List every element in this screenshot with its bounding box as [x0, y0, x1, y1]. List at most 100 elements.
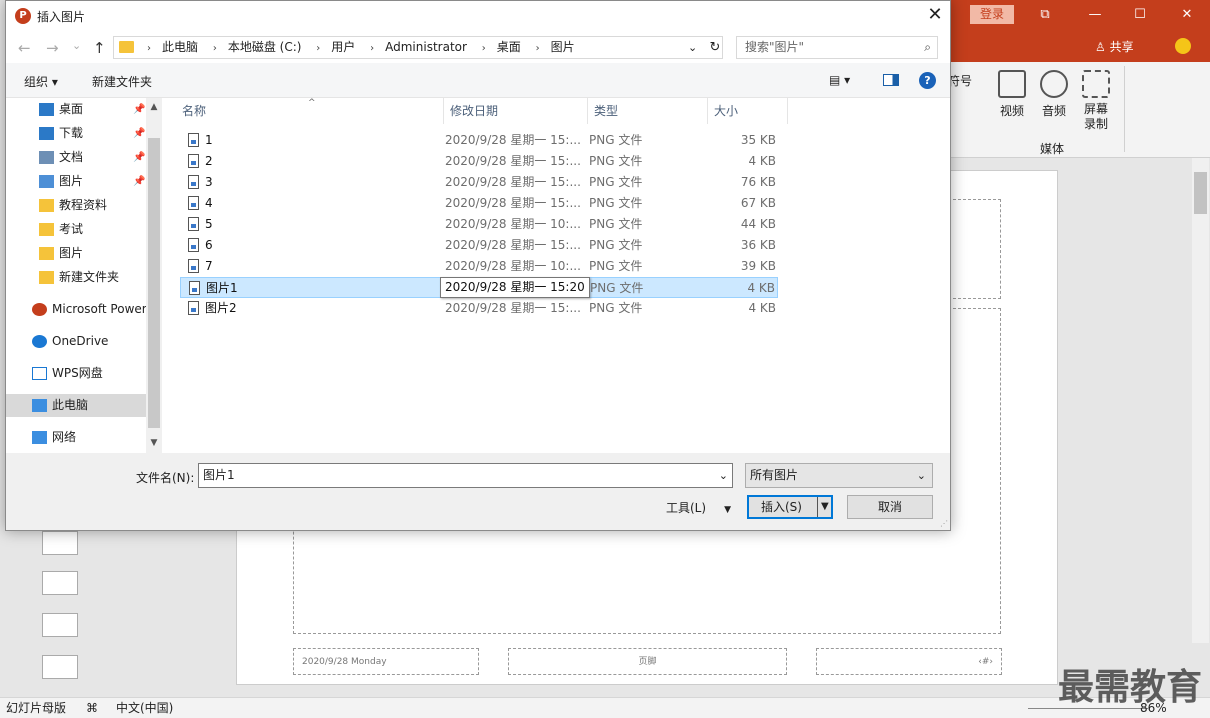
close-app-button[interactable]: ✕ [1172, 4, 1202, 26]
login-button[interactable]: 登录 [970, 5, 1014, 24]
nav-item-label: OneDrive [52, 334, 109, 348]
nav-item[interactable]: 此电脑 [6, 394, 146, 417]
breadcrumb-item[interactable]: Administrator [385, 40, 467, 54]
search-icon[interactable]: ⌕ [924, 37, 931, 58]
preview-pane-icon[interactable] [883, 74, 899, 86]
file-date: 2020/9/28 星期一 15:... [445, 238, 581, 252]
nav-item-label: 此电脑 [52, 398, 89, 412]
nav-item[interactable]: 下载 📌 [6, 122, 146, 145]
nav-item[interactable]: 教程资料 [6, 194, 146, 217]
file-row[interactable]: 5 2020/9/28 星期一 10:... PNG 文件 44 KB [180, 214, 778, 235]
new-folder-button[interactable]: 新建文件夹 [92, 73, 152, 90]
chevron-down-icon[interactable]: ⌄ [917, 464, 926, 487]
maximize-button[interactable]: ☐ [1125, 4, 1155, 26]
insert-options-icon[interactable]: ▼ [821, 497, 829, 517]
nav-item[interactable]: 文档 📌 [6, 146, 146, 169]
column-header-date[interactable]: 修改日期 [444, 98, 588, 124]
file-type: PNG 文件 [589, 175, 643, 189]
speaker-icon [1040, 70, 1068, 98]
minimize-button[interactable]: — [1080, 4, 1110, 26]
address-bar[interactable]: › 此电脑 › 本地磁盘 (C:) › 用户 › Administrator › 桌面 ›… [113, 36, 723, 59]
screen-record-button[interactable]: 屏幕 录制 [1076, 70, 1116, 132]
organize-menu[interactable]: 组织 ▾ [24, 73, 58, 90]
ribbon-display-button[interactable]: ⧉ [1030, 4, 1060, 26]
pin-icon[interactable]: 📌 [133, 170, 145, 193]
scrollbar-thumb[interactable] [148, 138, 160, 428]
file-row[interactable]: 图片1 2020/9/28 星期一 15:20 PNG 文件 4 KB [180, 277, 778, 298]
language-label[interactable]: 中文(中国) [116, 698, 173, 718]
file-row[interactable]: 2 2020/9/28 星期一 15:... PNG 文件 4 KB [180, 151, 778, 172]
back-arrow-icon[interactable]: ← [18, 39, 31, 57]
breadcrumb-item[interactable]: 此电脑 [162, 40, 198, 54]
pin-icon[interactable]: 📌 [133, 122, 145, 145]
file-name: 图片2 [205, 301, 237, 315]
recent-locations-icon[interactable]: ⌄ [72, 39, 81, 52]
slide-thumbnail[interactable] [42, 655, 78, 679]
cloud-icon [32, 335, 47, 348]
slide-thumbnail[interactable] [42, 613, 78, 637]
breadcrumb-item[interactable]: 用户 [331, 40, 355, 54]
accessibility-icon[interactable]: ⌘ [86, 698, 98, 718]
slide-vertical-scrollbar[interactable] [1192, 158, 1209, 643]
pin-icon[interactable]: 📌 [133, 146, 145, 169]
file-row[interactable]: 1 2020/9/28 星期一 15:... PNG 文件 35 KB [180, 130, 778, 151]
pin-icon[interactable]: 📌 [133, 98, 145, 121]
nav-item[interactable]: 考试 [6, 218, 146, 241]
slide-number-placeholder[interactable]: ‹#› [816, 648, 1002, 675]
footer-date-placeholder[interactable]: 2020/9/28 Monday [293, 648, 479, 675]
column-header-size[interactable]: 大小 [708, 98, 788, 124]
png-file-icon [189, 281, 200, 295]
scroll-down-icon[interactable]: ▼ [146, 438, 162, 448]
column-header-type[interactable]: 类型 [588, 98, 708, 124]
nav-item[interactable]: 新建文件夹 [6, 266, 146, 289]
nav-item[interactable]: OneDrive [6, 330, 146, 353]
breadcrumb-item[interactable]: 本地磁盘 (C:) [228, 40, 302, 54]
scroll-up-icon[interactable]: ▲ [146, 102, 162, 112]
slide-thumbnail[interactable] [42, 571, 78, 595]
insert-label: 插入(S) [761, 500, 802, 514]
slide-thumbnail[interactable] [42, 531, 78, 555]
navigation-pane-scrollbar[interactable]: ▲ ▼ [146, 98, 162, 453]
sort-ascending-icon: ^ [308, 98, 316, 108]
audio-button[interactable]: 音频 [1034, 70, 1074, 119]
view-options-icon[interactable]: ▤ ▾ [829, 73, 850, 87]
footer-text-placeholder[interactable]: 页脚 [508, 648, 787, 675]
file-row[interactable]: 7 2020/9/28 星期一 10:... PNG 文件 39 KB [180, 256, 778, 277]
tools-menu[interactable]: 工具(L) ▼ [666, 499, 731, 516]
file-type-filter[interactable]: 所有图片 ⌄ [745, 463, 933, 488]
chevron-down-icon[interactable]: ⌄ [719, 464, 728, 487]
search-input[interactable]: 搜索"图片" ⌕ [736, 36, 938, 59]
filename-input[interactable]: 图片1 ⌄ [198, 463, 733, 488]
file-row[interactable]: 6 2020/9/28 星期一 15:... PNG 文件 36 KB [180, 235, 778, 256]
file-row[interactable]: 4 2020/9/28 星期一 15:... PNG 文件 67 KB [180, 193, 778, 214]
nav-item[interactable]: WPS网盘 [6, 362, 146, 385]
address-dropdown-icon[interactable]: ⌄ [688, 37, 697, 58]
file-size: 44 KB [740, 217, 776, 231]
scrollbar-thumb[interactable] [1194, 172, 1207, 214]
nav-item[interactable]: 图片 [6, 242, 146, 265]
refresh-icon[interactable]: ↻ [707, 37, 723, 58]
video-button[interactable]: 视频 [992, 70, 1032, 119]
nav-item[interactable]: 图片 📌 [6, 170, 146, 193]
nav-item-label: 新建文件夹 [59, 270, 120, 284]
share-button[interactable]: ♙ 共享 [1095, 38, 1134, 55]
forward-arrow-icon[interactable]: → [46, 39, 59, 57]
breadcrumb-item[interactable]: 图片 [551, 40, 575, 54]
dialog-close-button[interactable]: ✕ [920, 1, 950, 32]
cancel-button[interactable]: 取消 [847, 495, 933, 519]
nav-item[interactable]: 桌面 📌 [6, 98, 146, 121]
file-list: 名称 ^ 修改日期 类型 大小 1 2020/9/28 星期一 15:... PNG … [162, 98, 950, 453]
file-row[interactable]: 图片2 2020/9/28 星期一 15:... PNG 文件 4 KB [180, 298, 778, 319]
nav-item[interactable]: Microsoft PowerPoint [6, 298, 146, 321]
insert-button[interactable]: 插入(S) ▼ [747, 495, 833, 519]
breadcrumb-item[interactable]: 桌面 [497, 40, 521, 54]
nav-item[interactable]: 网络 [6, 426, 146, 449]
file-row[interactable]: 3 2020/9/28 星期一 15:... PNG 文件 76 KB [180, 172, 778, 193]
up-arrow-icon[interactable]: ↑ [93, 39, 106, 57]
resize-grip-icon[interactable]: ⋰ [940, 519, 948, 528]
feedback-smile-icon[interactable] [1175, 38, 1191, 54]
column-header-name[interactable]: 名称 ^ [162, 98, 444, 124]
help-icon[interactable]: ? [919, 72, 936, 89]
file-type: PNG 文件 [590, 281, 644, 295]
png-file-icon [188, 217, 199, 231]
